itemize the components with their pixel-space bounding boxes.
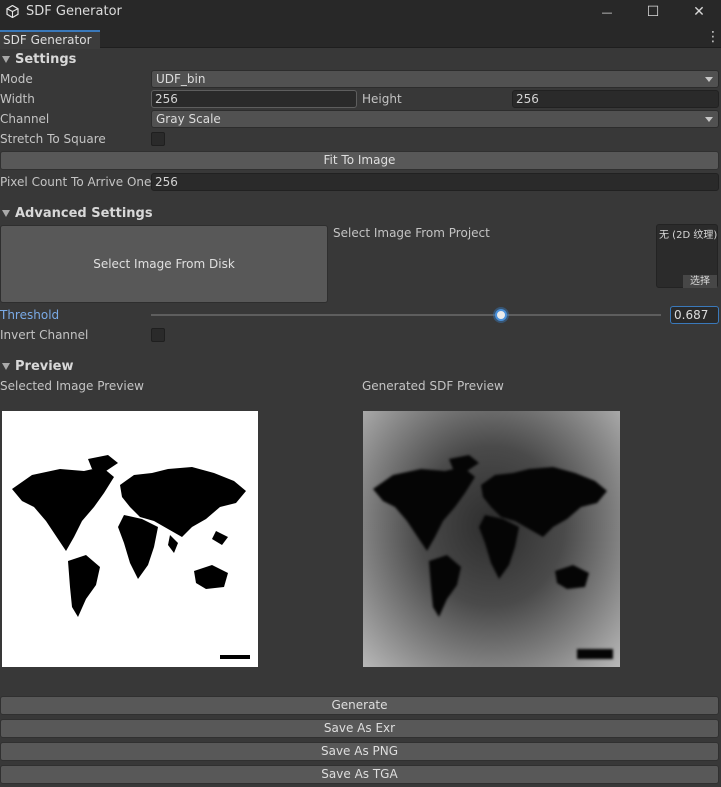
close-button[interactable]: ✕ bbox=[676, 0, 721, 24]
texture-select-button[interactable]: 选择 bbox=[683, 275, 717, 288]
unity-logo-icon bbox=[6, 5, 19, 18]
window-title: SDF Generator bbox=[26, 4, 122, 19]
dropdown-arrow-icon bbox=[705, 77, 713, 82]
close-icon: ✕ bbox=[693, 4, 705, 20]
more-options-icon[interactable]: ⋮ bbox=[706, 29, 720, 47]
sdf-map-image bbox=[373, 455, 613, 659]
settings-header: Settings bbox=[15, 52, 77, 67]
foldout-caret-icon bbox=[2, 55, 10, 63]
advanced-settings-header: Advanced Settings bbox=[15, 206, 153, 221]
generate-button[interactable]: Generate bbox=[0, 696, 719, 715]
fit-to-image-button[interactable]: Fit To Image bbox=[0, 151, 719, 170]
threshold-slider-thumb[interactable] bbox=[495, 309, 508, 321]
tab-sdf-generator[interactable]: SDF Generator bbox=[0, 30, 100, 49]
threshold-slider-track[interactable] bbox=[151, 314, 661, 316]
save-as-png-button[interactable]: Save As PNG bbox=[0, 742, 719, 761]
select-from-project-label: Select Image From Project bbox=[333, 226, 490, 240]
generated-preview-label: Generated SDF Preview bbox=[362, 379, 504, 393]
maximize-icon: ☐ bbox=[646, 4, 660, 20]
minimize-button[interactable]: — bbox=[584, 0, 630, 24]
select-image-from-disk-label: Select Image From Disk bbox=[93, 257, 235, 271]
dropdown-arrow-icon bbox=[705, 117, 713, 122]
threshold-label: Threshold bbox=[0, 308, 60, 322]
minimize-icon: — bbox=[601, 5, 613, 19]
texture-object-value: 无 (2D 纹理) bbox=[659, 230, 718, 241]
mode-dropdown[interactable]: UDF_bin bbox=[151, 70, 719, 88]
preview-header: Preview bbox=[15, 359, 74, 374]
height-label: Height bbox=[362, 92, 402, 106]
tab-strip bbox=[0, 24, 721, 48]
save-as-tga-button[interactable]: Save As TGA bbox=[0, 765, 719, 784]
height-field[interactable]: 256 bbox=[512, 90, 719, 108]
width-label: Width bbox=[0, 92, 35, 106]
mode-value: UDF_bin bbox=[156, 72, 206, 86]
foldout-caret-icon bbox=[2, 209, 10, 217]
pixel-count-label: Pixel Count To Arrive One bbox=[0, 175, 152, 189]
invert-channel-checkbox[interactable] bbox=[151, 328, 165, 342]
settings-foldout[interactable]: Settings bbox=[0, 52, 76, 67]
channel-value: Gray Scale bbox=[156, 112, 221, 126]
stretch-label: Stretch To Square bbox=[0, 132, 106, 146]
advanced-settings-foldout[interactable]: Advanced Settings bbox=[0, 206, 153, 221]
mode-label: Mode bbox=[0, 72, 33, 86]
channel-label: Channel bbox=[0, 112, 50, 126]
selected-preview-label: Selected Image Preview bbox=[0, 379, 144, 393]
stretch-checkbox[interactable] bbox=[151, 132, 165, 146]
pixel-count-field[interactable]: 256 bbox=[151, 173, 719, 191]
selected-image-preview bbox=[2, 411, 258, 667]
generated-sdf-preview bbox=[363, 411, 620, 667]
select-image-from-disk-button[interactable]: Select Image From Disk bbox=[0, 225, 328, 303]
world-map-image bbox=[12, 455, 250, 659]
width-field[interactable]: 256 bbox=[151, 90, 357, 108]
save-as-exr-button[interactable]: Save As Exr bbox=[0, 719, 719, 738]
threshold-field[interactable]: 0.687 bbox=[670, 306, 719, 324]
foldout-caret-icon bbox=[2, 362, 10, 370]
invert-channel-label: Invert Channel bbox=[0, 328, 89, 342]
preview-foldout[interactable]: Preview bbox=[0, 359, 74, 374]
maximize-button[interactable]: ☐ bbox=[630, 0, 676, 24]
channel-dropdown[interactable]: Gray Scale bbox=[151, 110, 719, 128]
